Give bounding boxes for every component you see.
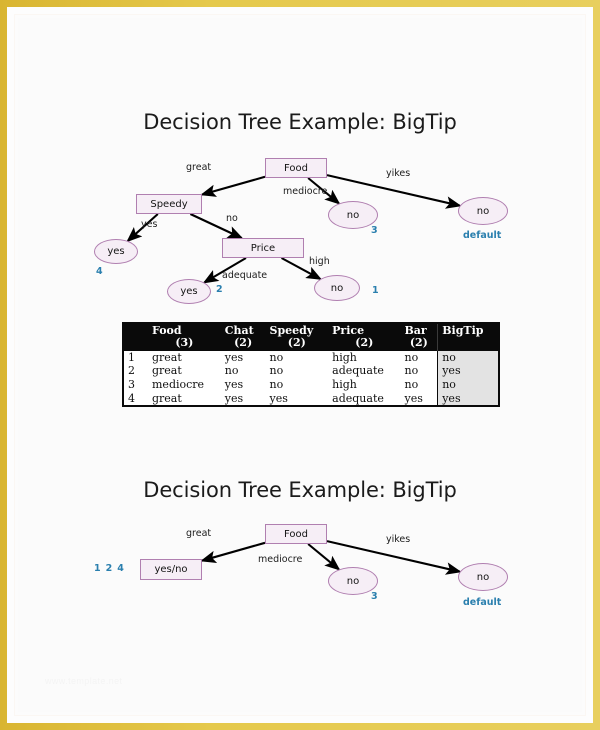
node-label: yes/no [154,564,188,575]
tree-node-no_def: no [458,197,508,225]
tree-node-no_1: no [314,275,360,301]
watermark: www.template.net [45,676,123,686]
node-label: yes [107,246,125,257]
annotation-3: 3 [371,591,378,602]
tree-edge-food2-yesno [200,541,266,563]
row-id-token: 4 [117,563,124,574]
edge-label-adequate: adequate [222,270,268,281]
annotation-default: default [463,597,502,608]
node-label: yes [180,286,198,297]
page-frame: Decision Tree Example: BigTip Food Speedy… [0,0,600,730]
edge-label-yes: yes [141,219,158,230]
edge-label-great: great [186,162,212,173]
node-label: no [476,205,490,217]
tree-node-food: Food [265,158,327,178]
node-label: Food [284,528,308,540]
node-label: Food [284,162,308,174]
node-label: no [346,209,360,221]
tree-node-price: Price [222,238,304,258]
edge-label-great: great [186,528,212,539]
tree-node-food2: Food [265,524,327,544]
node-label: Price [250,242,276,254]
tree-node-speedy: Speedy [136,194,202,214]
tree-node-yes_4: yes [94,239,138,264]
tree-node-yes_2: yes [167,279,211,304]
node-label: no [330,282,344,294]
node-label: Speedy [150,198,188,210]
tree-node-yesno: yes/no [140,559,202,580]
edge-label-yikes: yikes [386,534,411,545]
edge-label-no: no [226,213,238,224]
tree-node-no_defb: no [458,563,508,591]
annotation-2: 2 [216,284,223,295]
tree-edge-food2-no_3b [307,543,341,571]
node-label: no [346,575,360,587]
edge-label-yikes: yikes [386,168,411,179]
annotation-default: default [463,230,502,241]
edge-label-high: high [309,256,330,267]
annotation-1: 1 [372,285,379,296]
node-label: no [476,571,490,583]
tree-pruned-edges [200,540,462,575]
annotation-4: 4 [96,266,103,277]
row-id-token: 2 [105,563,113,574]
annotation-3: 3 [371,225,378,236]
pruned-tree-row-ids: 124 [94,563,129,574]
row-id-token: 1 [94,563,101,574]
edge-label-mediocre: mediocre [283,186,328,197]
edge-label-mediocre: mediocre [258,554,303,565]
